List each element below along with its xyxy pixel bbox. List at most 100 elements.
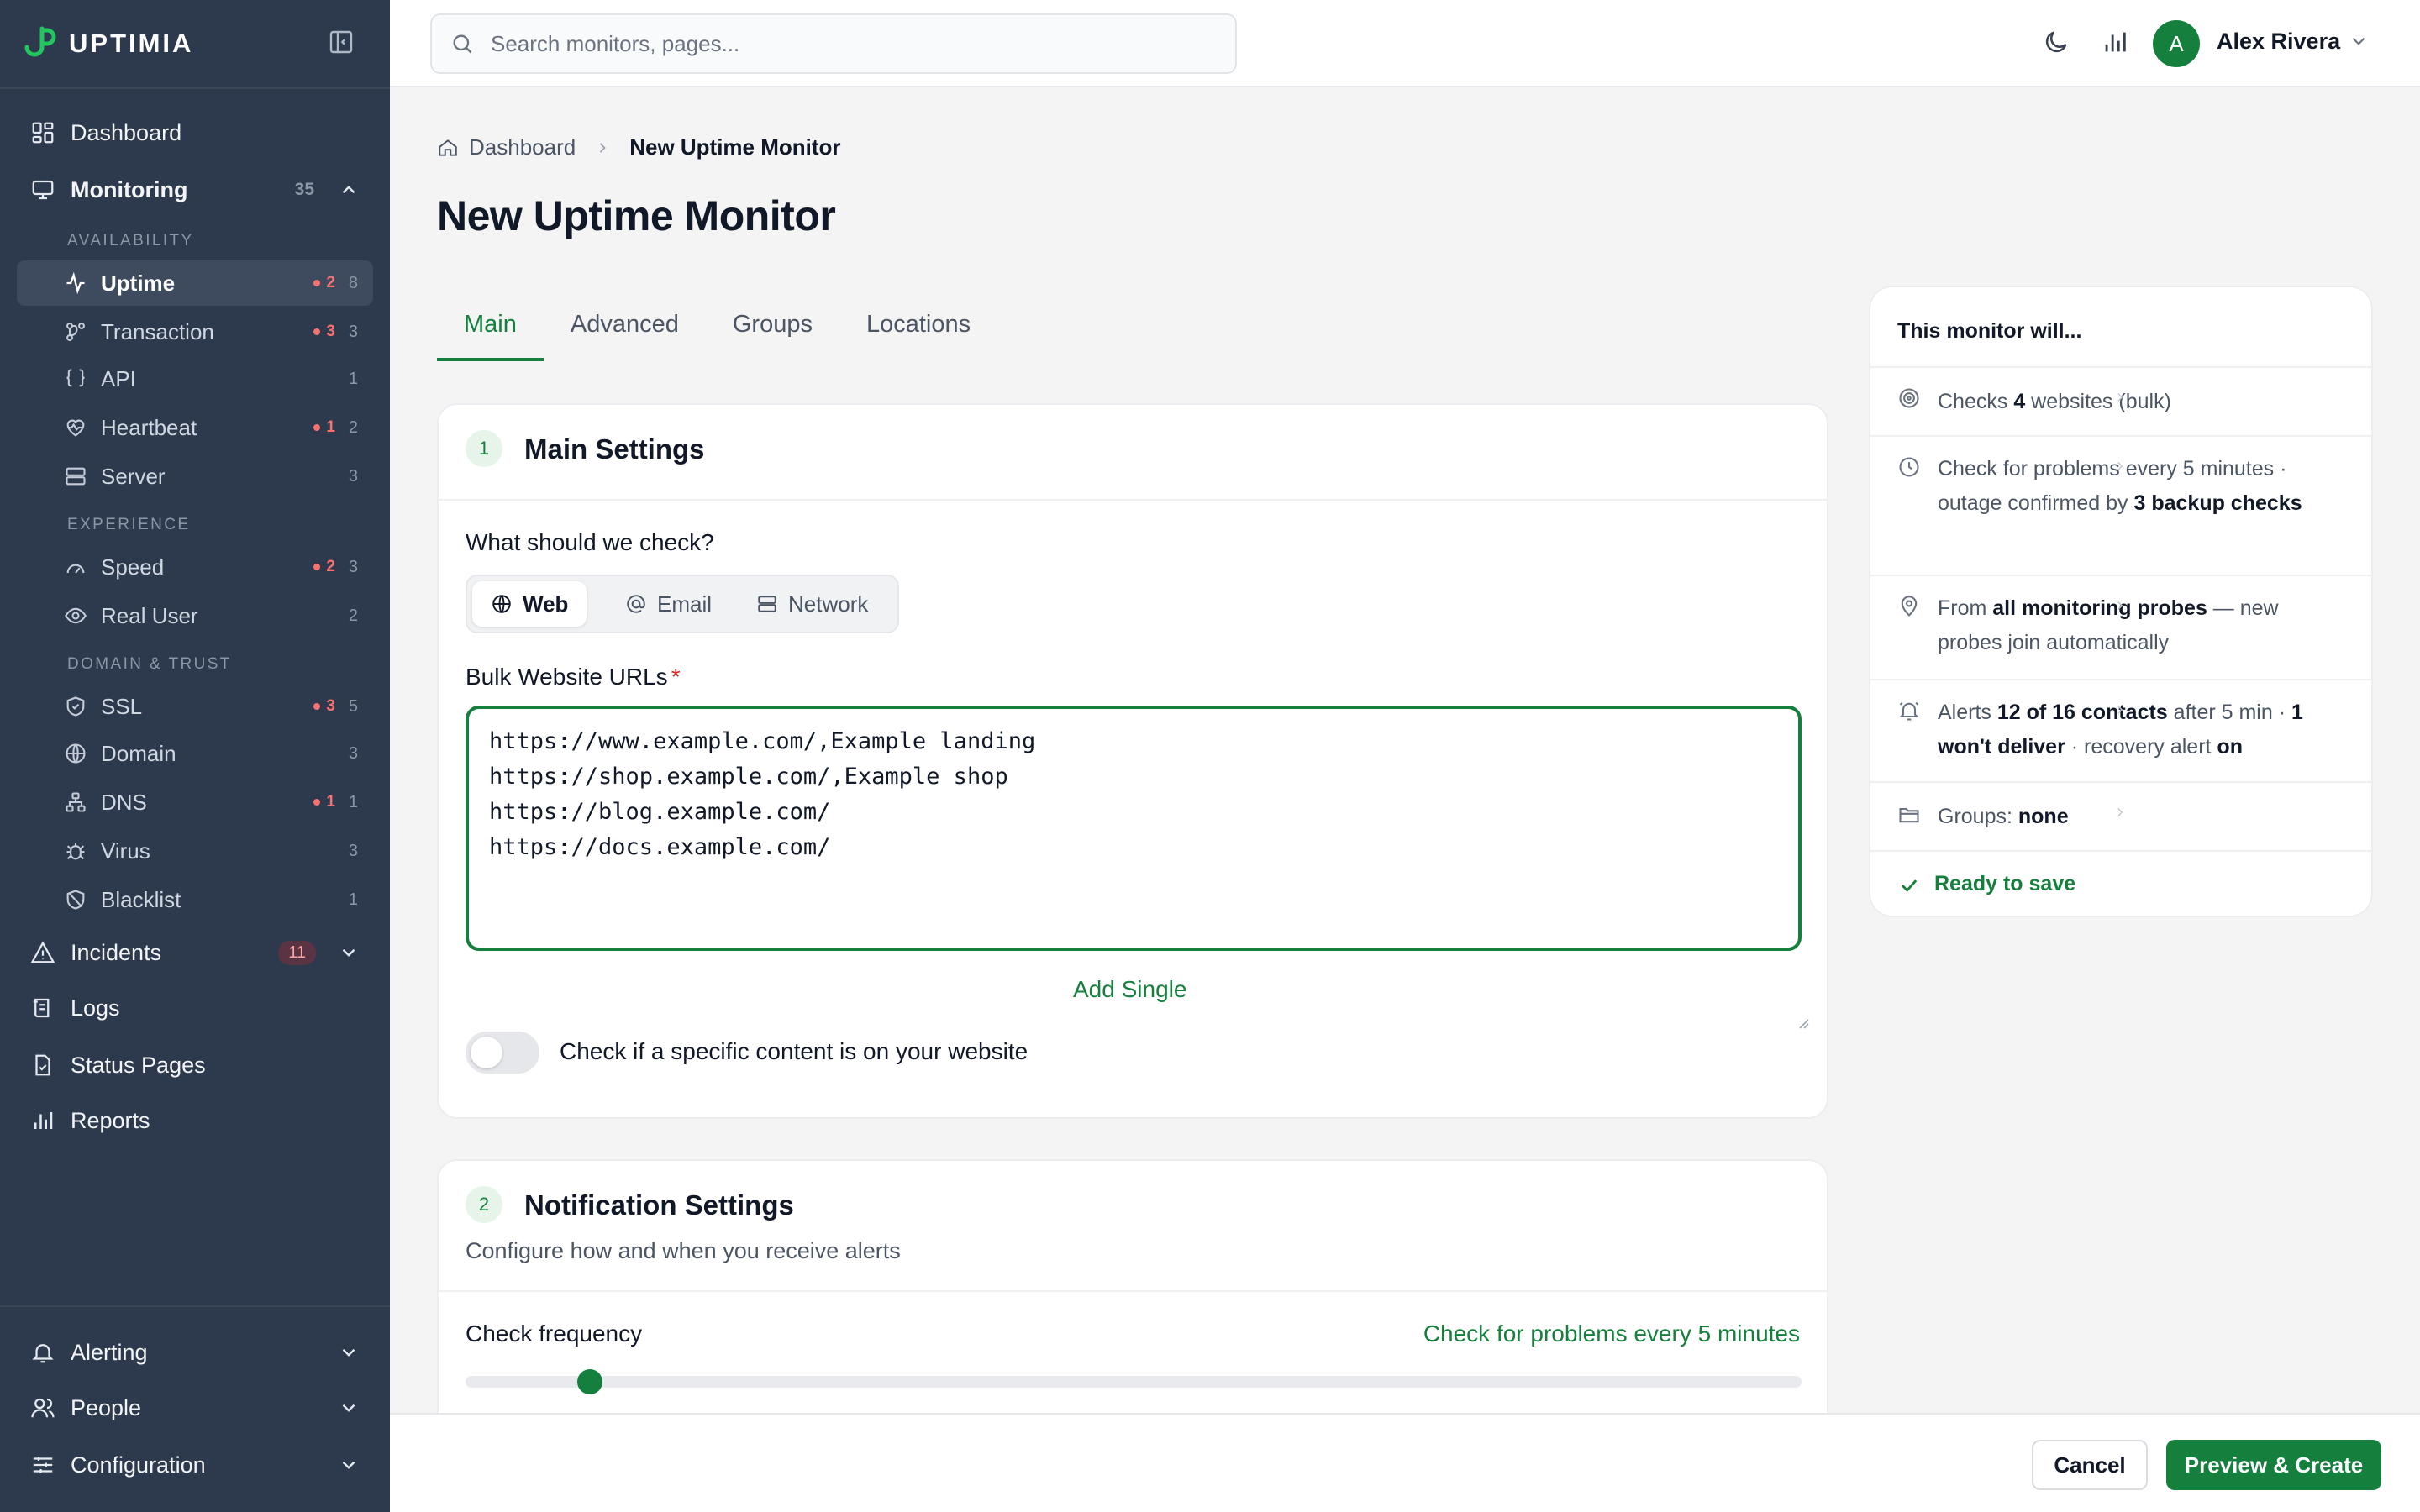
check-frequency-label: Check frequency — [466, 1320, 643, 1347]
chart-icon[interactable] — [2101, 28, 2129, 56]
user-name[interactable]: Alex Rivera — [2217, 29, 2340, 55]
home-icon[interactable] — [437, 137, 459, 159]
nav-status-pages-label: Status Pages — [71, 1052, 206, 1078]
sliders-icon — [30, 1452, 55, 1478]
summary-row[interactable]: Check for problems every 5 minutes · out… — [1870, 435, 2371, 575]
type-email-button[interactable]: Email — [607, 581, 730, 627]
logo[interactable]: UPTIMIA — [22, 25, 193, 62]
chevron-down-icon[interactable] — [338, 1397, 360, 1419]
shield-icon — [64, 695, 87, 718]
sidebar-item-speed[interactable]: Speed 2 3 — [17, 544, 373, 590]
tab-locations[interactable]: Locations — [839, 296, 997, 361]
item-count: 8 — [348, 273, 358, 292]
slider-thumb[interactable] — [576, 1369, 602, 1394]
chevron-right-icon — [1897, 805, 2343, 820]
breadcrumb-current: New Uptime Monitor — [629, 134, 841, 160]
chevron-right-icon — [1897, 459, 2343, 474]
check-frequency-slider[interactable] — [466, 1369, 1802, 1394]
sidebar-item-transaction[interactable]: Transaction 3 3 — [17, 309, 373, 354]
item-count: 2 — [348, 606, 358, 625]
chevron-up-icon[interactable] — [338, 179, 360, 201]
sidebar-item-heartbeat[interactable]: Heartbeat 1 2 — [17, 405, 373, 450]
braces-icon — [64, 367, 87, 391]
logs-icon — [30, 995, 55, 1021]
nav-configuration-label: Configuration — [71, 1452, 206, 1478]
chevron-down-icon[interactable] — [338, 1341, 360, 1363]
type-network-button[interactable]: Network — [738, 581, 886, 627]
summary-row[interactable]: Groups: none — [1870, 781, 2371, 850]
item-count: 2 — [348, 417, 358, 437]
breadcrumb-home[interactable]: Dashboard — [469, 134, 576, 160]
sidebar-item-api[interactable]: API 1 — [17, 356, 373, 402]
section-domain-trust: DOMAIN & TRUST — [67, 655, 232, 673]
notification-settings-card: 2 Notification Settings Configure how an… — [437, 1159, 1828, 1445]
shield-off-icon — [64, 888, 87, 911]
alert-badge: 1 — [313, 793, 335, 811]
globe-icon — [491, 593, 513, 615]
nav-incidents[interactable]: Incidents 11 — [17, 929, 373, 976]
type-web-button[interactable]: Web — [472, 581, 587, 627]
topbar: Search monitors, pages... A Alex Rivera — [390, 0, 2420, 87]
sidebar-item-label: Blacklist — [101, 886, 182, 912]
item-count: 3 — [348, 743, 358, 763]
check-frequency-value: Check for problems every 5 minutes — [1423, 1320, 1800, 1347]
gauge-icon — [64, 555, 87, 579]
sidebar-item-real-user[interactable]: Real User 2 — [17, 593, 373, 638]
summary-row[interactable]: Alerts 12 of 16 contacts after 5 min · 1… — [1870, 679, 2371, 781]
check-icon — [1897, 874, 1921, 897]
chevron-down-icon[interactable] — [338, 942, 360, 963]
nav-monitoring[interactable]: Monitoring 35 — [17, 166, 373, 213]
at-icon — [625, 593, 647, 615]
chevron-right-icon — [1897, 702, 2343, 717]
sidebar-item-label: Speed — [101, 554, 165, 580]
sidebar-item-label: API — [101, 365, 136, 391]
cancel-button[interactable]: Cancel — [2032, 1440, 2148, 1490]
add-single-link[interactable]: Add Single — [1073, 976, 1186, 1003]
sidebar-item-dns[interactable]: DNS 1 1 — [17, 780, 373, 825]
sidebar-item-ssl[interactable]: SSL 3 5 — [17, 684, 373, 729]
search-input[interactable]: Search monitors, pages... — [491, 31, 739, 57]
sidebar-collapse-icon[interactable] — [328, 29, 355, 55]
sidebar-item-virus[interactable]: Virus 3 — [17, 828, 373, 874]
nav-logs[interactable]: Logs — [17, 984, 373, 1032]
nav-alerting[interactable]: Alerting — [17, 1329, 373, 1376]
sidebar-item-server[interactable]: Server 3 — [17, 454, 373, 499]
sidebar-item-uptime[interactable]: Uptime 2 8 — [17, 260, 373, 306]
search-icon — [450, 32, 474, 55]
chevron-down-icon[interactable] — [2348, 30, 2370, 52]
nav-people[interactable]: People — [17, 1384, 373, 1431]
card-divider — [439, 1290, 1827, 1292]
content-check-toggle[interactable] — [466, 1032, 539, 1074]
chevron-right-icon — [1897, 390, 2343, 405]
notification-settings-subtitle: Configure how and when you receive alert… — [466, 1238, 901, 1263]
dashboard-icon — [30, 120, 55, 145]
summary-row[interactable]: Checks 4 websites (bulk) — [1870, 366, 2371, 435]
nav-reports[interactable]: Reports — [17, 1097, 373, 1144]
sidebar-item-domain[interactable]: Domain 3 — [17, 731, 373, 776]
tab-main[interactable]: Main — [437, 296, 544, 361]
summary-row[interactable]: From all monitoring probes — new probes … — [1870, 575, 2371, 679]
main-settings-card: 1 Main Settings What should we check? We… — [437, 403, 1828, 1119]
card-divider — [439, 499, 1827, 501]
globe-icon — [64, 742, 87, 765]
sidebar-item-label: Server — [101, 463, 166, 489]
tab-groups[interactable]: Groups — [706, 296, 839, 361]
notification-settings-title: Notification Settings — [524, 1189, 794, 1221]
avatar[interactable]: A — [2153, 20, 2200, 67]
chevron-right-icon — [1897, 598, 2343, 613]
nav-status-pages[interactable]: Status Pages — [17, 1042, 373, 1089]
logo-text: UPTIMIA — [69, 29, 194, 58]
moon-icon[interactable] — [2042, 28, 2070, 56]
sidebar-item-blacklist[interactable]: Blacklist 1 — [17, 877, 373, 922]
logo-icon — [22, 25, 59, 62]
search-box[interactable]: Search monitors, pages... — [430, 13, 1237, 74]
resize-handle-icon[interactable] — [1783, 932, 1822, 1112]
sidebar-item-label: Uptime — [101, 270, 176, 296]
chevron-down-icon[interactable] — [338, 1454, 360, 1476]
nav-dashboard[interactable]: Dashboard — [17, 109, 373, 156]
people-icon — [30, 1395, 55, 1420]
bulk-urls-textarea[interactable]: https://www.example.com/,Example landing… — [466, 706, 1802, 951]
preview-create-button[interactable]: Preview & Create — [2166, 1440, 2381, 1490]
tab-advanced[interactable]: Advanced — [544, 296, 706, 361]
nav-configuration[interactable]: Configuration — [17, 1441, 373, 1488]
